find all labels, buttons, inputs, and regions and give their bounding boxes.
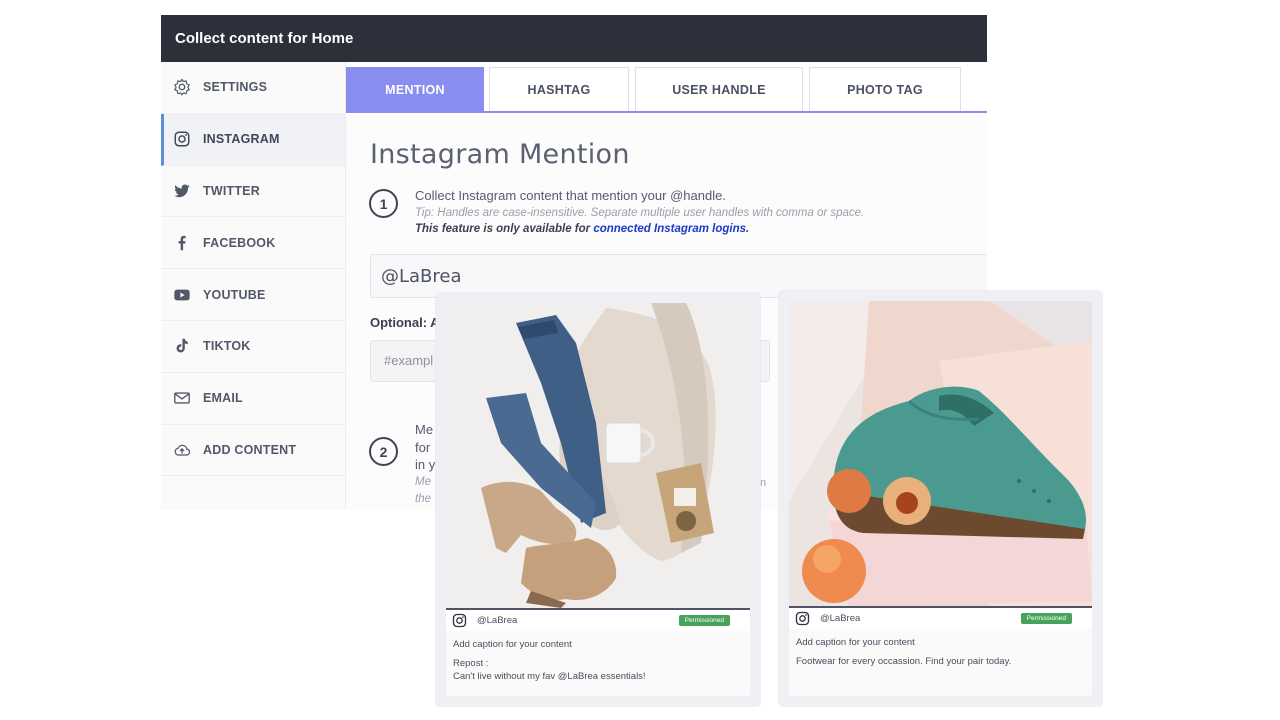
note-end: . xyxy=(746,223,750,235)
post-meta: @LaBrea Permissioned xyxy=(789,606,1092,629)
step1-note: This feature is only available for conne… xyxy=(415,223,975,235)
step1-instructions: Collect Instagram content that mention y… xyxy=(415,188,975,235)
sidebar-item-label: YOUTUBE xyxy=(203,287,266,302)
caption-area[interactable]: Add caption for your content Repost : Ca… xyxy=(446,631,750,696)
caption-line: Repost : xyxy=(453,658,489,669)
sidebar-item-youtube[interactable]: YOUTUBE xyxy=(161,269,345,321)
caption-line: Footwear for every occassion. Find your … xyxy=(796,656,1012,667)
caption-placeholder: Add caption for your content xyxy=(796,637,915,648)
sidebar-item-label: TWITTER xyxy=(203,183,260,198)
twitter-icon xyxy=(173,182,191,200)
caption-placeholder: Add caption for your content xyxy=(453,639,572,650)
sidebar-item-label: INSTAGRAM xyxy=(203,132,280,147)
card-body: @LaBrea Permissioned Add caption for you… xyxy=(446,303,750,696)
tiktok-icon xyxy=(173,337,191,355)
window-title: Collect content for Home xyxy=(161,15,987,62)
step-number: 1 xyxy=(369,189,398,218)
sidebar-item-label: TIKTOK xyxy=(203,339,251,354)
post-username[interactable]: @LaBrea xyxy=(477,615,517,626)
tab-bar: MENTION HASHTAG USER HANDLE PHOTO TAG xyxy=(346,67,987,113)
cloud-upload-icon xyxy=(173,441,191,459)
sidebar-item-label: ADD CONTENT xyxy=(203,442,297,457)
note-text: This feature is only available for xyxy=(415,223,594,235)
sidebar: SETTINGS INSTAGRAM TWITTER FACEBOOK YOUT… xyxy=(161,62,346,510)
post-photo-shoe xyxy=(789,301,1092,606)
permission-badge: Permissioned xyxy=(678,615,730,626)
instagram-icon xyxy=(452,613,467,628)
post-username[interactable]: @LaBrea xyxy=(820,613,860,624)
step2-text-fragment: n xyxy=(760,477,767,489)
sidebar-item-label: FACEBOOK xyxy=(203,235,276,250)
step1-tip: Tip: Handles are case-insensitive. Separ… xyxy=(415,207,865,219)
instagram-icon xyxy=(173,130,191,148)
sidebar-item-instagram[interactable]: INSTAGRAM xyxy=(161,113,345,166)
tab-user-handle[interactable]: USER HANDLE xyxy=(635,67,803,111)
step-number: 2 xyxy=(369,437,398,466)
caption-line: Can't live without my fav @LaBrea essent… xyxy=(453,671,646,682)
sidebar-item-tiktok[interactable]: TIKTOK xyxy=(161,321,345,373)
content-card[interactable]: @LaBrea Permissioned Add caption for you… xyxy=(779,291,1102,706)
caption-area[interactable]: Add caption for your content Footwear fo… xyxy=(789,629,1092,696)
youtube-icon xyxy=(173,286,191,304)
sidebar-item-add-content[interactable]: ADD CONTENT xyxy=(161,425,345,477)
step1-description: Collect Instagram content that mention y… xyxy=(415,188,726,203)
card-body: @LaBrea Permissioned Add caption for you… xyxy=(789,301,1092,696)
mail-icon xyxy=(173,389,191,407)
connected-logins-link[interactable]: connected Instagram logins xyxy=(593,223,746,235)
page-title: Instagram Mention xyxy=(370,139,630,170)
tab-mention[interactable]: MENTION xyxy=(346,67,484,111)
sidebar-item-twitter[interactable]: TWITTER xyxy=(161,166,345,218)
gear-icon xyxy=(173,78,191,96)
sidebar-item-settings[interactable]: SETTINGS xyxy=(161,62,345,114)
sidebar-item-label: SETTINGS xyxy=(203,80,268,95)
optional-label: Optional: A xyxy=(370,315,440,330)
sidebar-item-email[interactable]: EMAIL xyxy=(161,373,345,425)
post-meta: @LaBrea Permissioned xyxy=(446,608,750,631)
tab-hashtag[interactable]: HASHTAG xyxy=(489,67,629,111)
post-photo-clothes xyxy=(446,303,750,608)
sidebar-item-label: EMAIL xyxy=(203,391,243,406)
sidebar-item-facebook[interactable]: FACEBOOK xyxy=(161,217,345,270)
instagram-icon xyxy=(795,611,810,626)
permission-badge: Permissioned xyxy=(1020,613,1072,624)
content-card[interactable]: @LaBrea Permissioned Add caption for you… xyxy=(436,293,760,706)
facebook-icon xyxy=(173,234,191,252)
tab-photo-tag[interactable]: PHOTO TAG xyxy=(809,67,961,111)
